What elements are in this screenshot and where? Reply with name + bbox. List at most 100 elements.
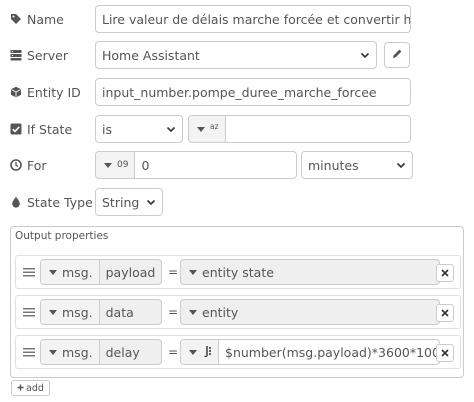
name-row: Name Lire valeur de délais marche forcée…	[0, 5, 474, 33]
output-value-input[interactable]: entity	[180, 299, 440, 325]
drag-handle-icon[interactable]	[23, 306, 35, 318]
for-row: For 09 0 minutes	[0, 151, 474, 179]
output-property-name: payload	[105, 264, 156, 280]
jsonata-icon	[202, 345, 212, 360]
for-label-text: For	[27, 157, 47, 173]
chevron-down-icon	[396, 160, 406, 170]
output-property-type-selector[interactable]: msg.	[41, 260, 100, 284]
msg-prefix: msg.	[62, 264, 93, 280]
clock-icon	[10, 159, 22, 171]
caret-down-icon	[189, 349, 197, 355]
output-property-name: data	[105, 304, 134, 320]
output-properties-legend: Output properties	[15, 230, 109, 242]
caret-down-icon	[104, 162, 112, 168]
if-state-operator-value: is	[102, 121, 112, 137]
for-unit-select[interactable]: minutes	[301, 151, 413, 179]
number-type-icon: 09	[117, 160, 128, 170]
checkbox-checked-icon	[10, 123, 22, 135]
output-property-type-selector[interactable]: msg.	[41, 340, 100, 364]
if-state-value-input[interactable]: az	[188, 115, 411, 143]
state-type-value: String	[102, 194, 140, 210]
output-property-type-selector[interactable]: msg.	[41, 300, 100, 324]
state-type-label-text: State Type	[27, 194, 93, 210]
output-value-expression: $number(msg.payload)*3600*1000	[225, 344, 440, 360]
chevron-down-icon	[146, 197, 156, 207]
msg-prefix: msg.	[62, 344, 93, 360]
output-value-type-selector[interactable]	[181, 340, 219, 364]
if-state-label-text: If State	[27, 121, 73, 137]
entity-id-input[interactable]: input_number.pompe_duree_marche_forcee	[95, 78, 411, 106]
add-output-label: add	[26, 382, 44, 394]
close-icon	[441, 306, 449, 320]
for-value: 0	[141, 157, 150, 173]
chevron-down-icon	[166, 124, 176, 134]
tag-icon	[10, 13, 22, 25]
state-type-row: State Type String	[0, 188, 474, 216]
edit-server-button[interactable]	[384, 42, 410, 68]
if-state-label: If State	[10, 115, 72, 143]
delete-row-button[interactable]	[436, 304, 454, 322]
entity-id-label: Entity ID	[10, 78, 81, 106]
output-row-payload: msg. payload = entity state	[15, 255, 461, 289]
delete-row-button[interactable]	[436, 264, 454, 282]
close-icon	[441, 346, 449, 360]
state-type-label: State Type	[10, 188, 93, 216]
entity-id-label-text: Entity ID	[27, 84, 81, 100]
equals-sign: =	[168, 265, 179, 279]
cube-icon	[10, 86, 22, 98]
for-value-input[interactable]: 09 0	[95, 151, 297, 179]
output-row-delay: msg. delay = $number(msg.payload)*3600*1…	[15, 335, 461, 369]
if-state-row: If State is az	[0, 115, 474, 143]
name-label: Name	[10, 5, 64, 33]
equals-sign: =	[168, 345, 179, 359]
output-property-name: delay	[105, 344, 140, 360]
output-value-type-selector[interactable]: entity state	[181, 260, 280, 284]
output-property-input[interactable]: msg. payload	[40, 259, 162, 285]
output-value-type-selector[interactable]: entity	[181, 300, 244, 324]
if-state-type-selector[interactable]: az	[189, 116, 226, 142]
name-input-value: Lire valeur de délais marche forcée et c…	[102, 11, 411, 27]
string-type-icon: az	[210, 122, 219, 136]
output-row-data: msg. data = entity	[15, 295, 461, 329]
close-icon	[441, 266, 449, 280]
drag-handle-icon[interactable]	[23, 266, 35, 278]
output-property-input[interactable]: msg. delay	[40, 339, 162, 365]
server-label-text: Server	[27, 47, 68, 63]
msg-prefix: msg.	[62, 304, 93, 320]
delete-row-button[interactable]	[436, 344, 454, 362]
caret-down-icon	[49, 269, 57, 275]
caret-down-icon	[189, 309, 197, 315]
output-value-input[interactable]: $number(msg.payload)*3600*1000	[180, 339, 440, 365]
equals-sign: =	[168, 305, 179, 319]
output-value-type: entity	[202, 304, 239, 320]
server-label: Server	[10, 41, 68, 69]
entity-id-input-value: input_number.pompe_duree_marche_forcee	[102, 84, 377, 100]
name-input[interactable]: Lire valeur de délais marche forcée et c…	[95, 5, 411, 33]
if-state-operator-select[interactable]: is	[95, 115, 183, 143]
caret-down-icon	[49, 349, 57, 355]
string-type-glyph: az	[210, 122, 219, 131]
for-type-selector[interactable]: 09	[96, 152, 136, 178]
pencil-icon	[391, 48, 403, 63]
caret-down-icon	[49, 309, 57, 315]
server-icon	[10, 49, 22, 61]
output-property-input[interactable]: msg. data	[40, 299, 162, 325]
caret-down-icon	[197, 126, 205, 132]
server-select[interactable]: Home Assistant	[95, 41, 377, 69]
add-output-button[interactable]: add	[11, 380, 50, 396]
for-unit-value: minutes	[308, 157, 359, 173]
server-select-value: Home Assistant	[102, 47, 200, 63]
output-properties-panel: Output properties msg. payload = entity …	[10, 226, 464, 378]
for-label: For	[10, 151, 47, 179]
drag-handle-icon[interactable]	[23, 346, 35, 358]
output-value-type: entity state	[202, 264, 274, 280]
caret-down-icon	[189, 269, 197, 275]
drop-icon	[10, 196, 22, 208]
name-label-text: Name	[27, 11, 64, 27]
plus-icon	[17, 383, 24, 394]
output-value-input[interactable]: entity state	[180, 259, 440, 285]
entity-id-row: Entity ID input_number.pompe_duree_march…	[0, 78, 474, 106]
state-type-select[interactable]: String	[95, 188, 163, 216]
number-type-glyph: 09	[117, 160, 129, 170]
chevron-down-icon	[360, 50, 370, 60]
